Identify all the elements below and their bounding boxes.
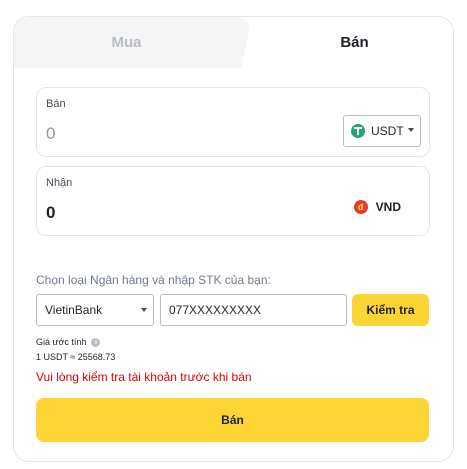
info-icon[interactable]: i [91, 337, 101, 347]
bank-select-value: VietinBank [45, 303, 103, 317]
tab-sell[interactable]: Bán [254, 17, 453, 68]
chevron-down-icon [408, 128, 414, 132]
sell-amount-input[interactable]: 0 [46, 124, 55, 144]
trade-card: Mua Bán [13, 16, 454, 462]
currency-select-value: USDT [371, 124, 404, 138]
receive-field-label: Nhận [46, 177, 73, 189]
estimate-rate: 1 USDT ≈ 25568.73 [36, 352, 116, 362]
account-number-input[interactable]: 077XXXXXXXXX [160, 294, 347, 326]
trade-tabs: Mua Bán [14, 17, 453, 68]
estimate-label-text: Giá ước tính [36, 337, 87, 347]
sell-submit-button[interactable]: Bán [36, 398, 429, 442]
vnd-icon: đ [353, 200, 368, 214]
receive-amount-value: 0 [46, 203, 56, 222]
warning-message: Vui lòng kiểm tra tài khoản trước khi bá… [36, 370, 252, 384]
estimate-label: Giá ước tính i [36, 337, 101, 347]
receive-currency-label: VND [375, 200, 401, 214]
receive-amount-field: Nhận 0 đ VND [36, 166, 430, 236]
receive-currency: đ VND [353, 200, 401, 214]
sell-field-label: Bán [46, 98, 66, 110]
tether-icon [351, 124, 365, 138]
bank-prompt: Chọn loại Ngân hàng và nhập STK của bạn: [36, 273, 271, 287]
check-account-button[interactable]: Kiểm tra [352, 294, 429, 326]
sell-amount-field[interactable]: Bán 0 USDT [36, 87, 430, 157]
bank-select[interactable]: VietinBank [36, 294, 154, 326]
chevron-down-icon [141, 308, 147, 312]
tab-buy[interactable]: Mua [14, 17, 239, 68]
currency-select[interactable]: USDT [343, 115, 421, 147]
